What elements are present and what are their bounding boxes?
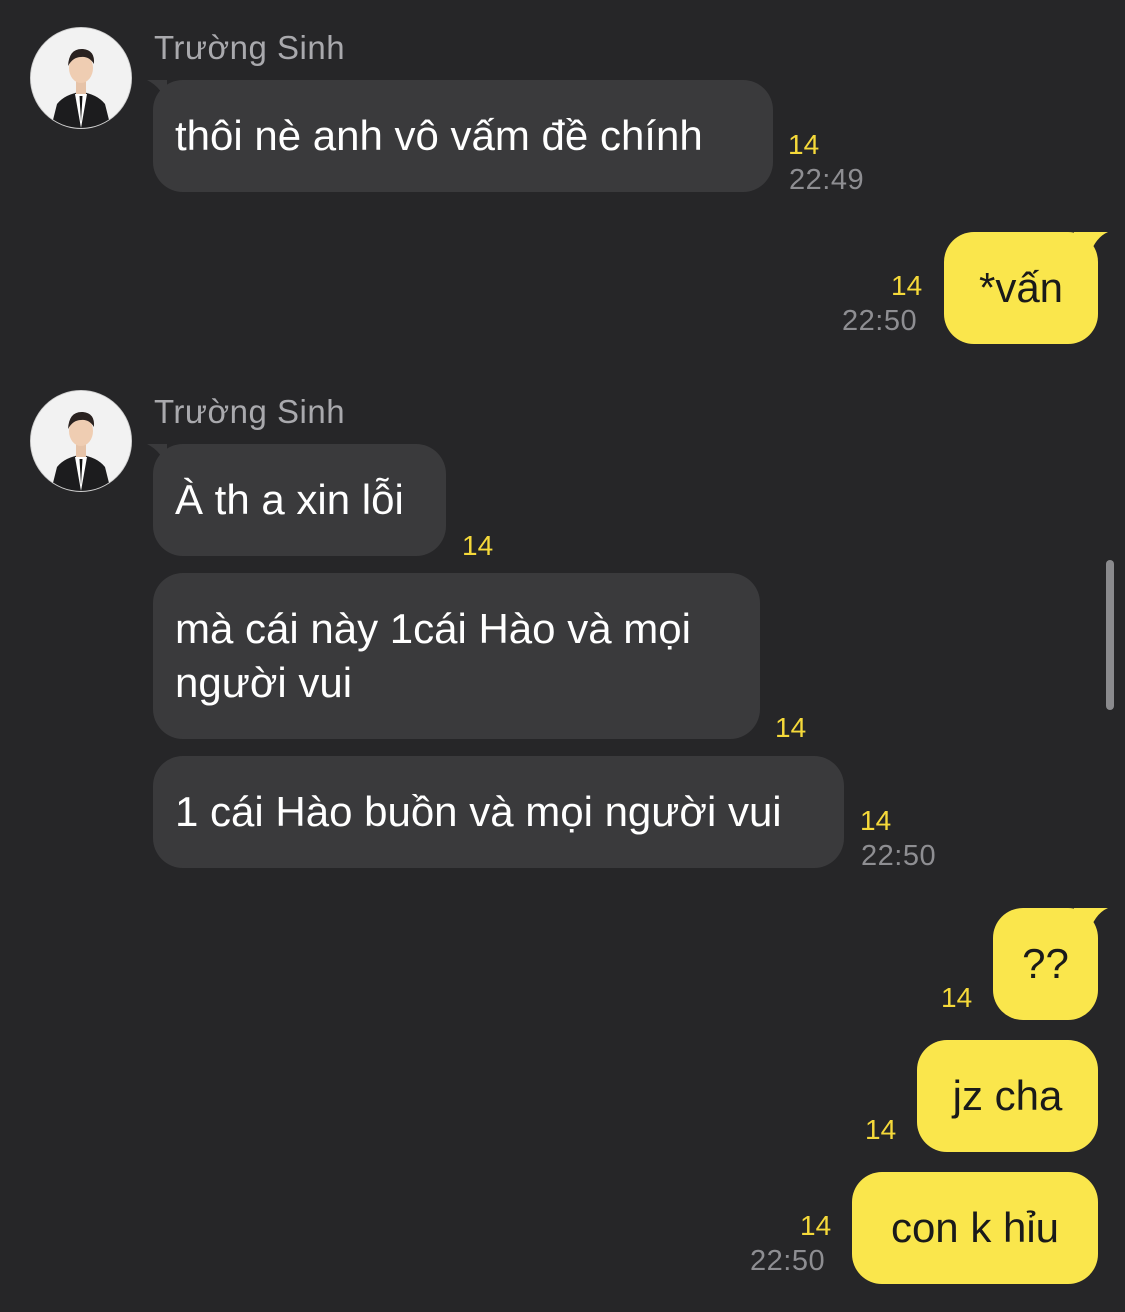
avatar-photo-icon [31,28,131,128]
unread-count: 14 [775,712,807,743]
scrollbar[interactable] [1106,560,1114,710]
unread-count: 14 [865,1114,897,1145]
message-bubble-outgoing[interactable]: ?? [993,908,1108,1020]
unread-count: 14 [891,270,923,301]
message-text: À th a xin lỗi [175,476,404,523]
unread-count: 14 [800,1210,832,1241]
message-time: 22:50 [842,305,918,337]
bubble-tail [1074,232,1108,260]
unread-count: 14 [788,129,820,160]
message-time: 22:50 [861,840,937,872]
message-text: 1 cái Hào buồn và mọi người vui [175,788,782,835]
unread-count: 14 [941,982,973,1013]
unread-count: 14 [860,805,892,836]
message-bubble-incoming[interactable]: mà cái này 1cái Hào và mọi người vui [153,573,760,739]
message-text: mà cái này 1cái Hào và mọi người vui [175,605,691,706]
bubble-tail [147,444,167,470]
message-bubble-outgoing[interactable]: jz cha [917,1040,1098,1152]
message-text: *vấn [978,264,1064,311]
message-time: 22:50 [750,1245,826,1277]
sender-name: Trường Sinh [154,393,346,430]
message-text: jz cha [952,1072,1063,1119]
message-text: con k hỉu [890,1204,1060,1251]
avatar[interactable] [30,27,132,129]
message-text: thôi nè anh vô vấm đề chính [175,112,703,159]
avatar-photo-icon [31,391,131,491]
bubble-tail [1074,908,1108,936]
message-bubble-outgoing[interactable]: *vấn [944,232,1108,344]
message-bubble-outgoing[interactable]: con k hỉu [852,1172,1098,1284]
unread-count: 14 [462,530,494,561]
message-bubble-incoming[interactable]: thôi nè anh vô vấm đề chính [147,80,773,192]
bubble-tail [147,80,167,106]
message-bubble-incoming[interactable]: 1 cái Hào buồn và mọi người vui [153,756,844,868]
sender-name: Trường Sinh [154,29,346,66]
message-bubble-incoming[interactable]: À th a xin lỗi [147,444,446,556]
message-text: ?? [1022,940,1069,987]
avatar[interactable] [30,390,132,492]
message-time: 22:49 [789,164,865,196]
